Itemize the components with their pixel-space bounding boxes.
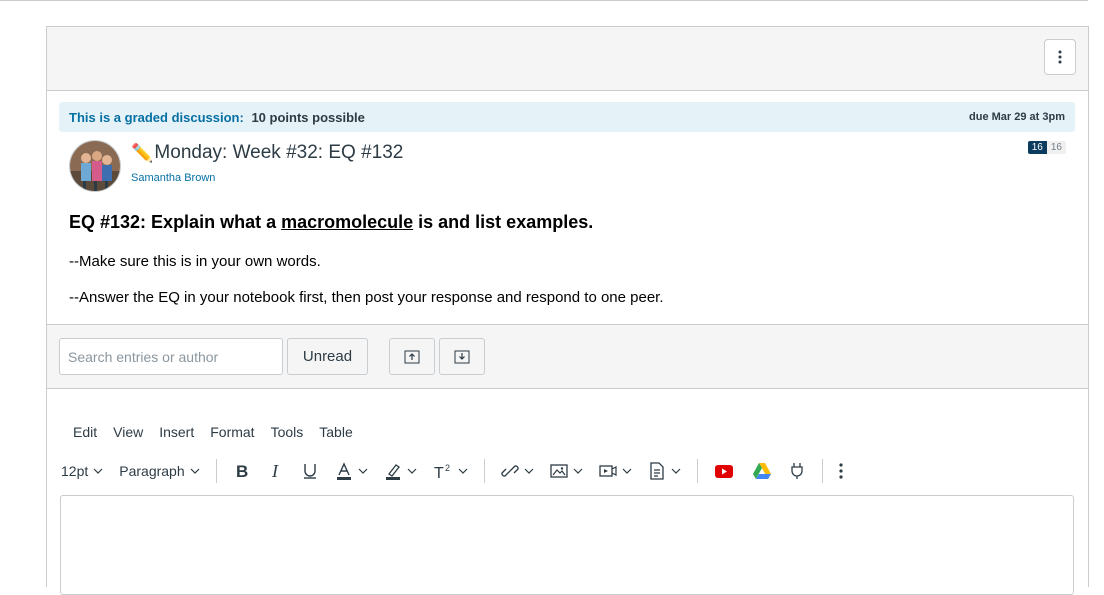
kebab-icon: [1058, 50, 1062, 64]
text-color-button[interactable]: [335, 462, 368, 480]
document-button[interactable]: [648, 462, 681, 480]
menu-edit[interactable]: Edit: [73, 424, 97, 440]
link-icon: [500, 465, 519, 477]
topic-options-button[interactable]: [1044, 39, 1076, 75]
reply-editor-area[interactable]: [60, 495, 1074, 595]
bold-icon: B: [236, 462, 248, 480]
plug-icon: [790, 463, 803, 479]
discussion-container: This is a graded discussion: 10 points p…: [46, 26, 1089, 595]
chevron-down-icon: [524, 468, 534, 474]
underline-button[interactable]: [301, 462, 319, 480]
svg-text:T: T: [434, 465, 444, 480]
superscript-button[interactable]: T2: [433, 462, 468, 480]
reply-count-badges: 16 16: [1027, 141, 1066, 154]
chevron-down-icon: [622, 468, 632, 474]
graded-discussion-banner: This is a graded discussion: 10 points p…: [59, 102, 1075, 132]
topic-title-text: Monday: Week #32: EQ #132: [154, 142, 404, 163]
toolbar-separator: [215, 459, 217, 483]
menu-insert[interactable]: Insert: [159, 424, 194, 440]
unread-count-badge: 16: [1027, 141, 1047, 154]
avatar-photo: [70, 141, 120, 191]
link-button[interactable]: [500, 462, 534, 480]
font-size-value: 12pt: [61, 463, 89, 479]
more-tools-button[interactable]: [839, 463, 843, 479]
instruction-line-1: --Make sure this is in your own words.: [69, 253, 321, 270]
block-format-select[interactable]: Paragraph: [119, 463, 200, 479]
toolbar-separator: [821, 459, 823, 483]
unread-filter-button[interactable]: Unread: [287, 338, 368, 375]
chevron-down-icon: [358, 468, 368, 474]
bold-button[interactable]: B: [233, 462, 251, 480]
question-heading-term: macromolecule: [281, 212, 414, 232]
apps-plugin-button[interactable]: [788, 462, 806, 480]
menu-format[interactable]: Format: [210, 424, 254, 440]
kebab-icon: [839, 463, 843, 479]
chevron-down-icon: [458, 468, 468, 474]
menu-tools[interactable]: Tools: [271, 424, 304, 440]
pencil-icon: ✏️: [131, 142, 154, 163]
graded-label: This is a graded discussion:: [69, 109, 244, 125]
superscript-icon: T2: [434, 463, 450, 480]
document-icon: [649, 462, 664, 480]
italic-button[interactable]: I: [267, 462, 285, 480]
svg-text:2: 2: [445, 463, 450, 473]
editor-format-toolbar: 12pt Paragraph B I T2: [61, 459, 859, 483]
image-button[interactable]: [549, 462, 583, 480]
discussion-header-bar: [47, 27, 1088, 91]
avatar[interactable]: [69, 140, 121, 192]
collapse-replies-button[interactable]: [389, 338, 435, 375]
author-link[interactable]: Samantha Brown: [131, 172, 215, 184]
top-divider: [0, 0, 1088, 1]
svg-text:I: I: [271, 462, 279, 480]
editor-menubar: Edit View Insert Format Tools Table: [73, 424, 353, 440]
chevron-down-icon: [671, 468, 681, 474]
instruction-line-2: --Answer the EQ in your notebook first, …: [69, 289, 664, 306]
collapse-icon: [404, 350, 420, 363]
toolbar-separator: [483, 459, 485, 483]
media-icon: [598, 465, 617, 477]
highlighter-icon: [385, 464, 400, 480]
due-date: due Mar 29 at 3pm: [969, 111, 1065, 123]
svg-text:B: B: [236, 462, 248, 480]
chevron-down-icon: [190, 468, 200, 474]
topic-title: ✏️ Monday: Week #32: EQ #132: [131, 142, 403, 164]
google-drive-icon: [752, 463, 771, 479]
highlight-color-button[interactable]: [384, 462, 417, 480]
chevron-down-icon: [93, 468, 103, 474]
media-button[interactable]: [598, 462, 632, 480]
menu-view[interactable]: View: [113, 424, 143, 440]
chevron-down-icon: [407, 468, 417, 474]
expand-icon: [454, 350, 470, 363]
image-icon: [549, 464, 568, 478]
points-possible: 10 points possible: [251, 109, 365, 125]
question-heading: EQ #132: Explain what a macromolecule is…: [69, 212, 593, 233]
question-heading-suffix: is and list examples.: [413, 212, 594, 232]
total-count-badge: 16: [1046, 141, 1066, 154]
search-input[interactable]: [59, 338, 283, 375]
chevron-down-icon: [573, 468, 583, 474]
italic-icon: I: [271, 462, 279, 480]
youtube-icon: [714, 465, 733, 478]
youtube-button[interactable]: [714, 462, 736, 480]
google-drive-button[interactable]: [752, 462, 772, 480]
expand-replies-button[interactable]: [439, 338, 485, 375]
toolbar-separator: [696, 459, 698, 483]
font-size-select[interactable]: 12pt: [61, 463, 103, 479]
discussion-toolbar: Unread: [47, 324, 1088, 389]
block-format-value: Paragraph: [119, 463, 185, 479]
text-color-icon: [336, 462, 351, 480]
question-heading-prefix: EQ #132: Explain what a: [69, 212, 282, 232]
menu-table[interactable]: Table: [319, 424, 352, 440]
underline-icon: [303, 464, 316, 479]
